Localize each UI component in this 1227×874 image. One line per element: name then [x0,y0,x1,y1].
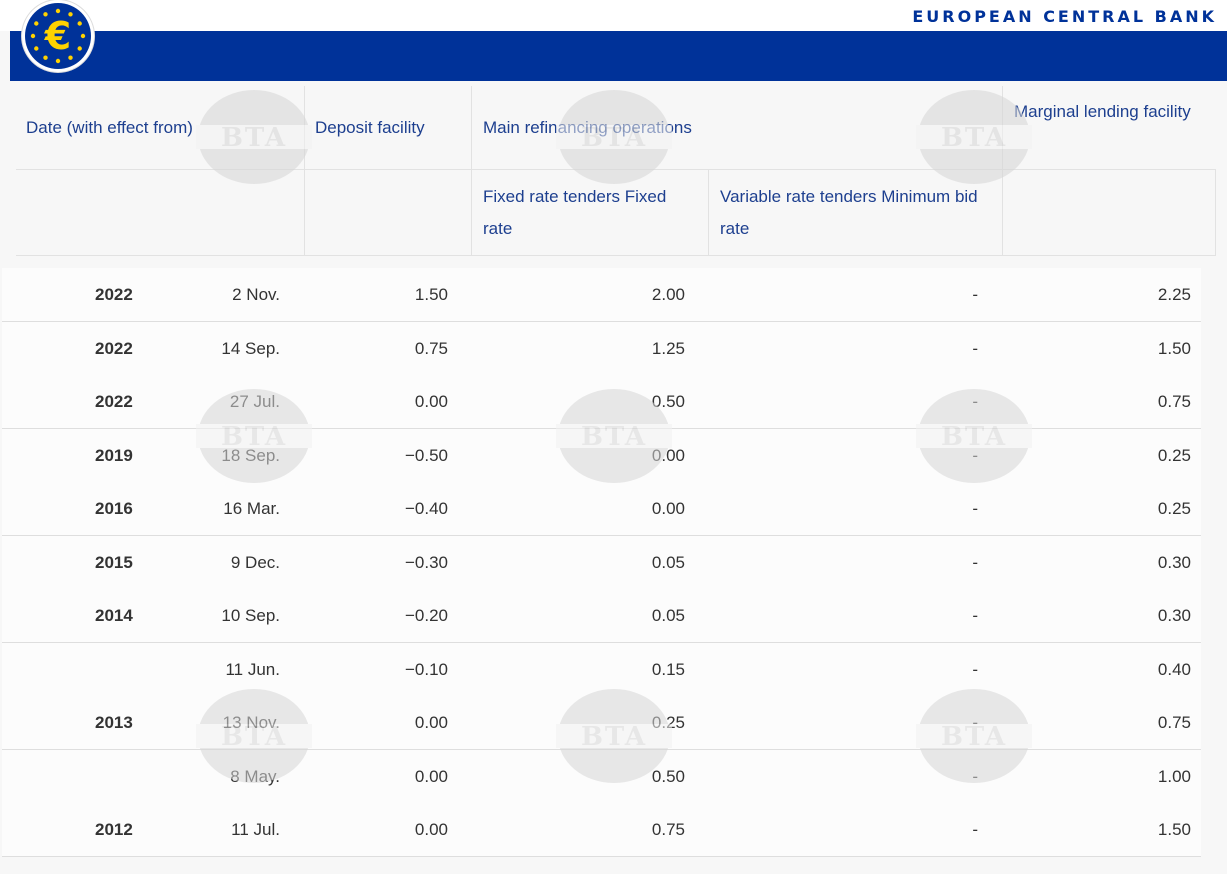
cell-deposit: 1.50 [414,285,448,304]
table-row: 2022 14 Sep. 0.75 1.25-1.50 [2,322,1201,376]
cell-variable: - [972,446,978,465]
svg-text:€: € [44,14,71,58]
table-row: 2014 10 Sep. −0.20 0.05-0.30 [2,589,1201,643]
star-icon [77,46,82,51]
cell-date: 9 Dec. [230,553,280,572]
cell-fixed: 1.25 [651,339,685,358]
cell-deposit: 0.00 [414,713,448,732]
star-icon [34,46,39,51]
cell-variable: - [972,499,978,518]
cell-variable: - [972,392,978,411]
header-marginal-lending: Marginal lending facility [1014,102,1191,121]
header-divider [16,169,1216,170]
cell-deposit: −0.50 [404,446,448,465]
cell-variable: - [972,553,978,572]
cell-marginal: 0.40 [1157,660,1191,679]
cell-fixed: 0.50 [651,392,685,411]
table-row: 2013 13 Nov. 0.00 0.25-0.75 [2,696,1201,750]
header-divider [1002,86,1003,255]
cell-marginal: 1.00 [1157,767,1191,786]
cell-date: 8 May. [230,767,280,786]
table-row: 2022 27 Jul. 0.00 0.50-0.75 [2,375,1201,429]
cell-marginal: 0.75 [1157,392,1191,411]
euro-logo-icon[interactable]: € [22,0,94,72]
cell-date: 10 Sep. [221,606,280,625]
star-icon [30,33,36,39]
header-divider [471,86,472,255]
cell-fixed: 0.15 [651,660,685,679]
cell-variable: - [972,713,978,732]
cell-fixed: 2.00 [651,285,685,304]
header-date: Date (with effect from) [26,118,193,137]
cell-fixed: 0.05 [651,606,685,625]
cell-marginal: 1.50 [1157,339,1191,358]
table-row: 8 May. 0.00 0.50 - 1.00 [2,750,1201,804]
cell-deposit: 0.00 [414,767,448,786]
cell-deposit: 0.00 [414,820,448,839]
star-icon [55,58,61,64]
header-divider [304,86,305,255]
header-banner [10,31,1227,81]
cell-deposit: 0.00 [414,392,448,411]
cell-date: 11 Jul. [231,820,280,839]
cell-marginal: 1.50 [1157,820,1191,839]
cell-deposit: −0.30 [404,553,448,572]
cell-date: 27 Jul. [229,392,280,411]
cell-variable: - [972,606,978,625]
table-row: 2019 18 Sep. −0.50 0.00-0.25 [2,429,1201,483]
cell-date: 2 Nov. [232,285,280,304]
table-row: 2015 9 Dec. −0.30 0.05-0.30 [2,536,1201,590]
cell-variable: - [972,339,978,358]
header-divider [16,255,1216,256]
bank-name: EUROPEAN CENTRAL BANK [912,7,1217,26]
cell-variable: - [972,660,978,679]
star-icon [80,33,86,39]
cell-deposit: 0.75 [414,339,448,358]
header-deposit-facility: Deposit facility [315,118,425,137]
cell-fixed: 0.00 [651,499,685,518]
table-row: 2016 16 Mar. −0.40 0.00-0.25 [2,482,1201,536]
cell-marginal: 0.75 [1157,713,1191,732]
header-divider [1215,170,1216,255]
cell-deposit: −0.20 [404,606,448,625]
cell-marginal: 0.25 [1157,446,1191,465]
cell-deposit: −0.10 [404,660,448,679]
star-icon [55,8,61,14]
cell-marginal: 0.25 [1157,499,1191,518]
cell-date: 14 Sep. [221,339,280,358]
table-row: 2022 2 Nov. 1.50 2.00-2.25 [2,268,1201,322]
cell-variable: - [972,767,978,786]
cell-date: 16 Mar. [223,499,280,518]
cell-marginal: 2.25 [1157,285,1191,304]
table-row: 2012 11 Jul. 0.00 0.75-1.50 [2,803,1201,857]
header-variable-rate: Variable rate tenders Minimum bid rate [720,187,978,238]
cell-date: 13 Nov. [222,713,280,732]
cell-deposit: −0.40 [404,499,448,518]
cell-fixed: 0.05 [651,553,685,572]
header-main-refinancing: Main refinancing operations [483,118,692,137]
cell-marginal: 0.30 [1157,606,1191,625]
cell-variable: - [972,820,978,839]
cell-date: 18 Sep. [221,446,280,465]
star-icon [34,21,39,26]
cell-fixed: 0.00 [651,446,685,465]
cell-fixed: 0.75 [651,820,685,839]
cell-marginal: 0.30 [1157,553,1191,572]
cell-date: 11 Jun. [225,660,280,679]
cell-fixed: 0.50 [651,767,685,786]
cell-variable: - [972,285,978,304]
cell-fixed: 0.25 [651,713,685,732]
header-divider [708,170,709,255]
header-fixed-rate: Fixed rate tenders Fixed rate [483,187,667,238]
star-icon [77,21,82,26]
table-row: 11 Jun. −0.10 0.15 - 0.40 [2,643,1201,697]
